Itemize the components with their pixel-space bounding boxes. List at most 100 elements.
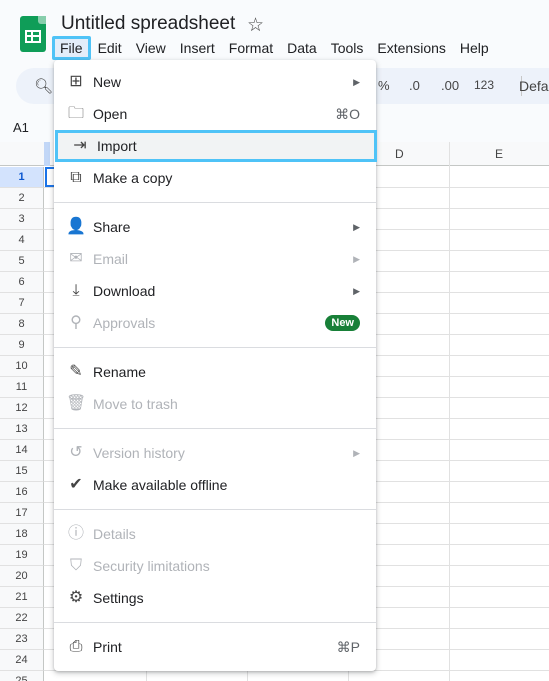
menu-item-label: Rename — [93, 364, 146, 380]
menu-item-label: Import — [97, 138, 137, 154]
increase-decimal-button[interactable]: .00 — [441, 78, 459, 93]
menu-view[interactable]: View — [129, 36, 173, 60]
menu-item-details: ⓘ Details — [54, 518, 376, 550]
name-box[interactable]: A1 — [13, 120, 29, 135]
download-icon: ⤓ — [72, 282, 80, 299]
row-header[interactable]: 20 — [0, 566, 44, 587]
gear-icon: ⚙ — [68, 589, 84, 606]
menu-item-security-limitations: ⛉ Security limitations — [54, 550, 376, 582]
menu-item-label: Version history — [93, 445, 185, 461]
menu-item-email: ✉ Email ▶ — [54, 243, 376, 275]
row-header[interactable]: 2 — [0, 188, 44, 209]
file-menu: ⊞ New ▶ 🗀 Open ⌘O ⇥ Import ⧉ Make a copy 👤 Share ▶ ✉ E… — [54, 60, 377, 671]
row-header[interactable]: 9 — [0, 335, 44, 356]
menu-item-label: Print — [93, 639, 122, 655]
row-header[interactable]: 13 — [0, 419, 44, 440]
row-header[interactable]: 21 — [0, 587, 44, 608]
row-header[interactable]: 6 — [0, 272, 44, 293]
row-header[interactable]: 17 — [0, 503, 44, 524]
menu-data[interactable]: Data — [280, 36, 324, 60]
selected-column-indicator — [44, 142, 50, 166]
menu-item-approvals: ⚲ Approvals New — [54, 307, 376, 339]
submenu-arrow-icon: ▶ — [353, 285, 360, 296]
row-header[interactable]: 23 — [0, 629, 44, 650]
row-header[interactable]: 11 — [0, 377, 44, 398]
column-header-d[interactable]: D — [395, 147, 404, 161]
menu-item-label: Approvals — [93, 315, 156, 331]
decrease-decimal-button[interactable]: .0 — [409, 78, 420, 93]
menu-extensions[interactable]: Extensions — [370, 36, 452, 60]
format-percent-button[interactable]: % — [378, 78, 390, 93]
menu-item-label: Download — [93, 283, 156, 299]
search-menus-icon[interactable]: 🔍︎ — [34, 77, 53, 95]
menu-divider — [54, 347, 376, 348]
row-header[interactable]: 1 — [0, 167, 44, 188]
row-header[interactable]: 10 — [0, 356, 44, 377]
row-header[interactable]: 5 — [0, 251, 44, 272]
row-header[interactable]: 8 — [0, 314, 44, 335]
menu-item-settings[interactable]: ⚙ Settings — [54, 582, 376, 614]
printer-icon: ⎙ — [69, 638, 83, 655]
menu-item-label: Open — [93, 106, 128, 122]
new-badge: New — [325, 315, 360, 331]
menu-item-rename[interactable]: ✎ Rename — [54, 356, 376, 388]
row-header[interactable]: 24 — [0, 650, 44, 671]
pencil-icon: ✎ — [69, 363, 83, 380]
row-header[interactable]: 14 — [0, 440, 44, 461]
shortcut-text: ⌘P — [336, 638, 360, 655]
menu-format[interactable]: Format — [222, 36, 280, 60]
star-icon[interactable]: ☆ — [247, 14, 264, 37]
font-select[interactable]: Defa — [519, 78, 549, 94]
menu-bar: File Edit View Insert Format Data Tools Extensi… — [52, 36, 496, 60]
row-header[interactable]: 12 — [0, 398, 44, 419]
menu-item-label: Move to trash — [93, 396, 178, 412]
column-line — [449, 142, 450, 681]
menu-item-label: Email — [93, 251, 129, 267]
row-header[interactable]: 16 — [0, 482, 44, 503]
menu-item-import[interactable]: ⇥ Import — [55, 130, 377, 162]
menu-divider — [54, 509, 376, 510]
person-add-icon: 👤 — [66, 218, 86, 235]
menu-item-make-available-offline[interactable]: ✔ Make available offline — [54, 469, 376, 501]
menu-item-download[interactable]: ⤓ Download ▶ — [54, 275, 376, 307]
document-title[interactable]: Untitled spreadsheet — [61, 13, 235, 35]
more-formats-button[interactable]: 123 — [474, 78, 494, 92]
email-icon: ✉ — [69, 250, 83, 267]
sheets-logo[interactable] — [20, 16, 46, 52]
menu-divider — [54, 428, 376, 429]
plus-box-icon: ⊞ — [69, 73, 83, 90]
menu-divider — [54, 622, 376, 623]
menu-item-share[interactable]: 👤 Share ▶ — [54, 211, 376, 243]
row-header[interactable]: 4 — [0, 230, 44, 251]
menu-item-label: New — [93, 74, 122, 90]
submenu-arrow-icon: ▶ — [353, 447, 360, 458]
row-header[interactable]: 25 — [0, 671, 44, 681]
approvals-icon: ⚲ — [70, 314, 82, 331]
row-header[interactable]: 22 — [0, 608, 44, 629]
menu-file[interactable]: File — [52, 36, 91, 60]
menu-help[interactable]: Help — [453, 36, 496, 60]
row-header[interactable]: 7 — [0, 293, 44, 314]
menu-item-make-a-copy[interactable]: ⧉ Make a copy — [54, 162, 376, 194]
submenu-arrow-icon: ▶ — [353, 253, 360, 264]
row-header[interactable]: 18 — [0, 524, 44, 545]
row-header[interactable]: 19 — [0, 545, 44, 566]
menu-insert[interactable]: Insert — [173, 36, 222, 60]
row-header[interactable]: 3 — [0, 209, 44, 230]
column-header-e[interactable]: E — [495, 147, 503, 161]
menu-item-version-history: ↺ Version history ▶ — [54, 437, 376, 469]
trash-icon: 🗑 — [66, 395, 87, 412]
menu-item-label: Make available offline — [93, 477, 228, 493]
menu-item-new[interactable]: ⊞ New ▶ — [54, 66, 376, 98]
menu-edit[interactable]: Edit — [91, 36, 129, 60]
menu-item-print[interactable]: ⎙ Print ⌘P — [54, 631, 376, 663]
menu-item-label: Settings — [93, 590, 144, 606]
menu-item-open[interactable]: 🗀 Open ⌘O — [54, 98, 376, 130]
submenu-arrow-icon: ▶ — [353, 221, 360, 232]
copy-icon: ⧉ — [70, 169, 82, 186]
row-header[interactable]: 15 — [0, 461, 44, 482]
menu-item-label: Make a copy — [93, 170, 173, 186]
submenu-arrow-icon: ▶ — [353, 76, 360, 87]
shield-icon: ⛉ — [69, 557, 82, 574]
menu-tools[interactable]: Tools — [324, 36, 371, 60]
